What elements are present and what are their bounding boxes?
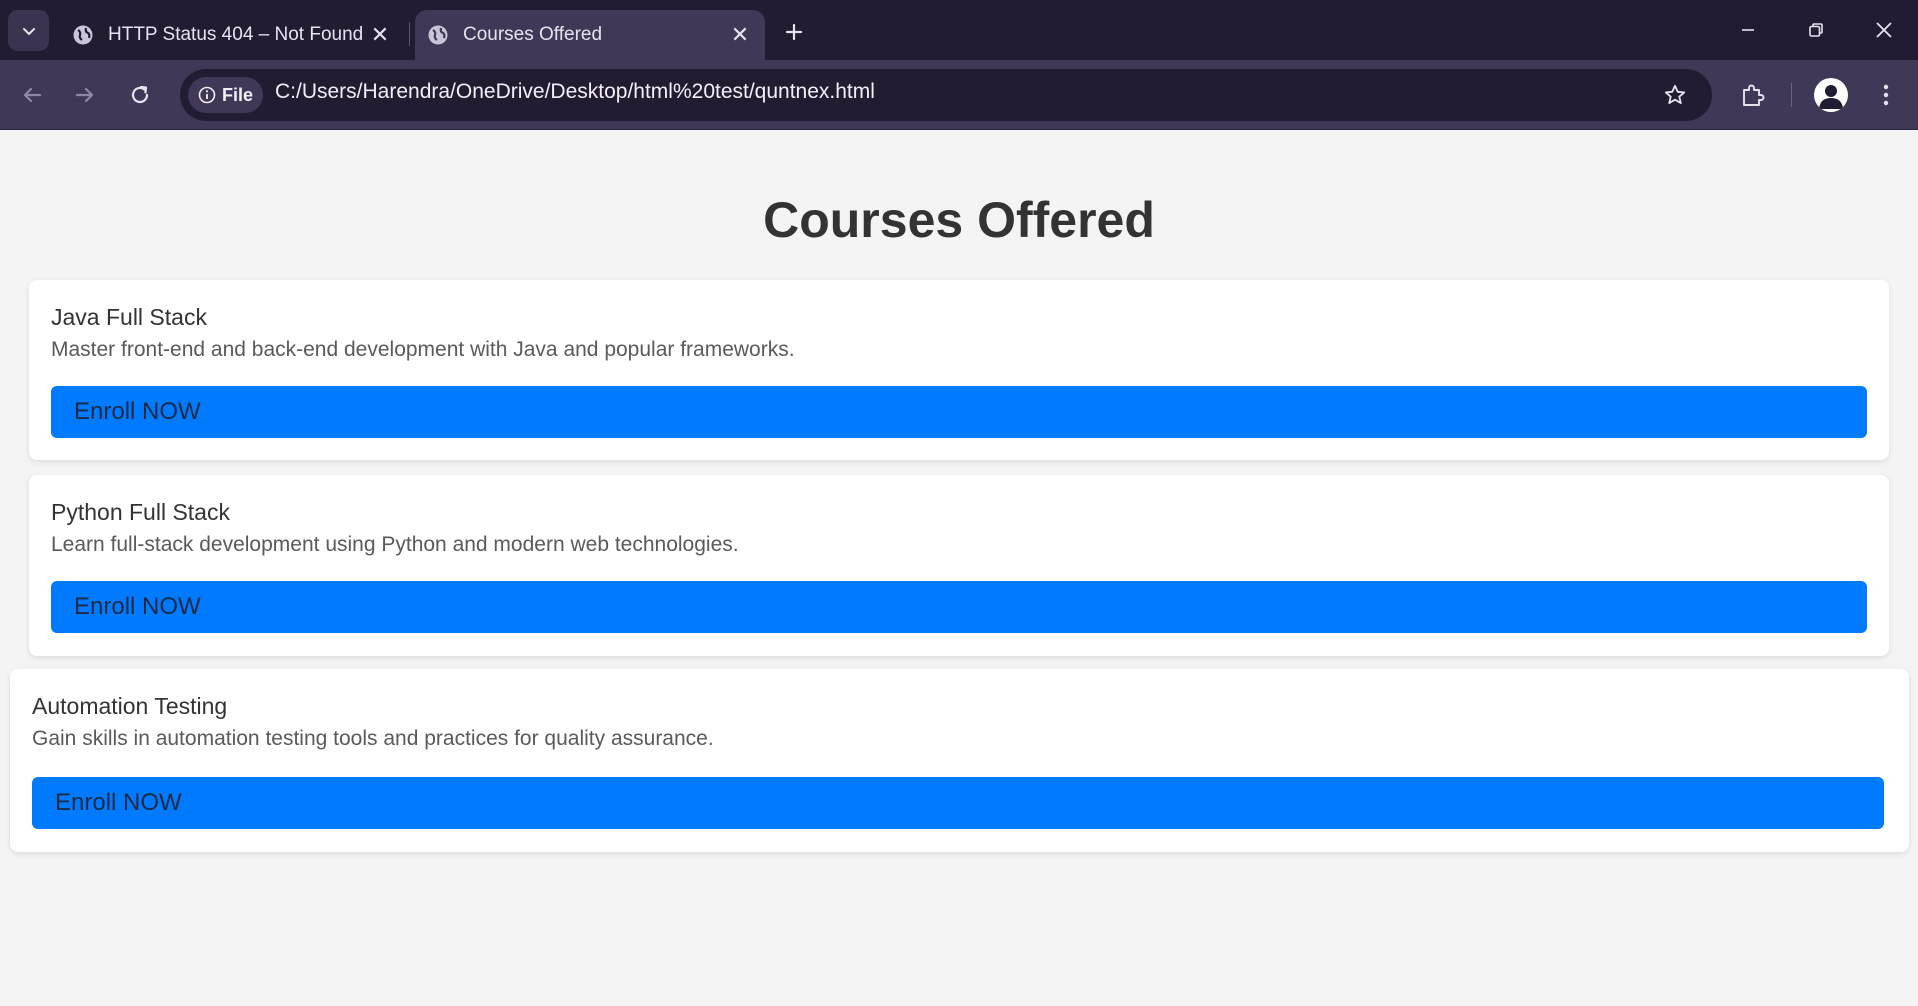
reload-icon bbox=[129, 84, 151, 106]
page-content: Courses Offered Java Full Stack Master f… bbox=[0, 131, 1918, 1006]
extensions-button[interactable] bbox=[1733, 75, 1773, 115]
tab-title: Courses Offered bbox=[463, 24, 603, 45]
reload-button[interactable] bbox=[120, 75, 160, 115]
course-card-java: Java Full Stack Master front-end and bac… bbox=[29, 280, 1889, 460]
close-icon bbox=[1875, 21, 1893, 39]
tab-divider bbox=[409, 22, 410, 46]
arrow-left-icon bbox=[21, 84, 43, 106]
course-card-automation: Automation Testing Gain skills in automa… bbox=[10, 669, 1909, 852]
forward-button[interactable] bbox=[65, 75, 105, 115]
arrow-right-icon bbox=[74, 84, 96, 106]
profile-button[interactable] bbox=[1814, 78, 1848, 112]
url-text[interactable]: C:/Users/Harendra/OneDrive/Desktop/html%… bbox=[275, 80, 875, 104]
course-card-python: Python Full Stack Learn full-stack devel… bbox=[29, 475, 1889, 656]
new-tab-button[interactable] bbox=[776, 14, 812, 50]
course-description: Master front-end and back-end developmen… bbox=[51, 338, 795, 361]
tab-title: HTTP Status 404 – Not Found bbox=[108, 24, 364, 45]
tab-courses-offered[interactable]: Courses Offered ✕ bbox=[415, 10, 765, 60]
minimize-icon bbox=[1740, 22, 1756, 38]
page-title: Courses Offered bbox=[763, 192, 1155, 248]
person-icon bbox=[1814, 78, 1848, 112]
close-icon[interactable]: ✕ bbox=[365, 20, 395, 50]
enroll-button[interactable]: Enroll NOW bbox=[51, 581, 1867, 633]
globe-icon bbox=[72, 24, 94, 46]
close-window-button[interactable] bbox=[1850, 0, 1918, 60]
course-description: Learn full-stack development using Pytho… bbox=[51, 533, 739, 556]
course-title: Automation Testing bbox=[32, 693, 228, 719]
star-icon bbox=[1663, 83, 1687, 107]
enroll-button[interactable]: Enroll NOW bbox=[32, 777, 1884, 829]
toolbar-separator bbox=[1791, 83, 1792, 107]
bookmark-button[interactable] bbox=[1656, 76, 1694, 114]
restore-button[interactable] bbox=[1782, 0, 1850, 60]
info-icon bbox=[198, 86, 216, 104]
tab-search-button[interactable] bbox=[8, 10, 49, 51]
kebab-menu-icon bbox=[1882, 83, 1890, 107]
puzzle-icon bbox=[1740, 82, 1766, 108]
minimize-button[interactable] bbox=[1714, 0, 1782, 60]
restore-icon bbox=[1808, 22, 1824, 38]
back-button[interactable] bbox=[12, 75, 52, 115]
course-description: Gain skills in automation testing tools … bbox=[32, 727, 714, 750]
course-title: Python Full Stack bbox=[51, 499, 230, 525]
close-icon[interactable]: ✕ bbox=[725, 20, 755, 50]
browser-menu-button[interactable] bbox=[1866, 75, 1906, 115]
enroll-button[interactable]: Enroll NOW bbox=[51, 386, 1867, 438]
chevron-down-icon bbox=[21, 23, 37, 39]
tab-http-404[interactable]: HTTP Status 404 – Not Found ✕ bbox=[60, 10, 405, 60]
plus-icon bbox=[784, 22, 804, 42]
site-info-chip[interactable]: File bbox=[188, 77, 263, 113]
site-info-label: File bbox=[221, 84, 253, 105]
course-title: Java Full Stack bbox=[51, 304, 207, 330]
globe-icon bbox=[427, 24, 449, 46]
